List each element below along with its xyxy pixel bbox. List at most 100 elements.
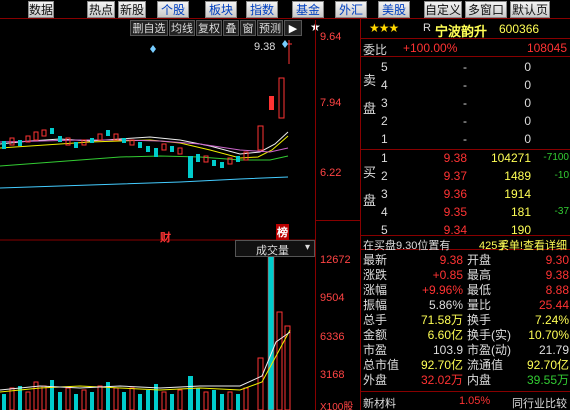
stat-value: 92.70亿 xyxy=(420,358,463,372)
stat-value: 92.70亿 xyxy=(526,358,569,372)
sell-row-3[interactable]: 3 - 0 xyxy=(361,95,570,112)
stat-row: 市盈 103.9 市盈(动) 21.79 xyxy=(361,343,570,357)
tab-custom[interactable]: 自定义 xyxy=(424,1,462,18)
stat-label: 总手 xyxy=(363,313,388,327)
alert-detail-link[interactable]: 买单!查看详细 xyxy=(498,237,567,253)
stat-label: 换手 xyxy=(467,313,492,327)
tab-new-stock[interactable]: 新股 xyxy=(118,1,146,18)
buy-row-1[interactable]: 1 9.38 104271 -7100 xyxy=(361,150,570,167)
stat-row: 金额 6.60亿 换手(实) 10.70% xyxy=(361,328,570,342)
tab-us-stock[interactable]: 美股 xyxy=(378,1,410,18)
stat-value: 9.38 xyxy=(439,253,463,267)
stat-value: 7.24% xyxy=(534,313,569,327)
axis-vol-4: 3168 xyxy=(320,369,345,381)
volume-title-bar[interactable]: 成交量 ▾ xyxy=(235,240,315,257)
rating-stars-icon: ★★★ xyxy=(369,21,399,35)
order-ratio-label: 委比 xyxy=(363,43,388,57)
tab-stock[interactable]: 个股 xyxy=(157,1,189,18)
stat-label: 流通值 xyxy=(467,358,504,372)
tab-hotspot[interactable]: 热点 xyxy=(87,1,115,18)
tab-sector[interactable]: 板块 xyxy=(205,1,237,18)
stat-row: 最新 9.38 开盘 9.30 xyxy=(361,253,570,267)
axis-price-low: 6.22 xyxy=(320,167,342,179)
stat-value: 9.38 xyxy=(545,268,569,282)
stat-value: +9.96% xyxy=(421,283,463,297)
order-ratio-pct: +100.00% xyxy=(403,41,458,55)
stat-row: 外盘 32.02万 内盘 39.55万 xyxy=(361,373,570,387)
industry-bar: 新材料 1.05% 同行业比较 xyxy=(361,391,570,410)
overlay-button[interactable]: 叠 xyxy=(223,20,239,36)
ranking-marker[interactable]: 榜 xyxy=(276,224,289,240)
stat-label: 涨幅 xyxy=(363,283,388,297)
stat-row: 总市值 92.70亿 流通值 92.70亿 xyxy=(361,358,570,372)
sell-row-1[interactable]: 1 - 0 xyxy=(361,131,570,148)
finance-marker[interactable]: 财 xyxy=(160,229,171,245)
forecast-button[interactable]: 预测 xyxy=(257,20,283,36)
moving-average-button[interactable]: 均线 xyxy=(169,20,195,36)
buy-row-4[interactable]: 4 9.35 181 -37 xyxy=(361,204,570,221)
stat-value: 71.58万 xyxy=(420,313,463,327)
remove-favorite-button[interactable]: 删自选 xyxy=(130,20,168,36)
stat-value: 6.60亿 xyxy=(427,328,463,342)
stat-label: 量比 xyxy=(467,298,492,312)
top-tab-bar: 数据 热点 新股 个股 板块 指数 基金 外汇 美股 自定义 多窗口 默认页 xyxy=(0,0,570,19)
stat-value: 25.44 xyxy=(538,298,569,312)
stock-header: ★★★ R 宁波韵升 600366 xyxy=(361,19,570,39)
axis-price-mid: 7.94 xyxy=(320,97,342,109)
axis-vol-unit: X100股 xyxy=(320,402,354,410)
stat-row: 涨跌 +0.85 最高 9.38 xyxy=(361,268,570,282)
ma-line-yellow xyxy=(0,135,289,159)
stat-label: 最低 xyxy=(467,283,492,297)
sell-row-2[interactable]: 2 - 0 xyxy=(361,113,570,130)
stat-value: 21.79 xyxy=(538,343,569,357)
r-flag: R xyxy=(423,22,431,34)
window-button[interactable]: 窗 xyxy=(240,20,256,36)
order-ratio-value: 108045 xyxy=(526,41,567,55)
industry-pct: 1.05% xyxy=(459,395,491,407)
order-ratio-row: 委比 +100.00% 108045 xyxy=(361,40,570,57)
candlestick-chart[interactable]: 9.38 xyxy=(0,36,315,410)
stat-value: 9.30 xyxy=(545,253,569,267)
tab-data[interactable]: 数据 xyxy=(28,1,54,18)
tab-multi-window[interactable]: 多窗口 xyxy=(465,1,507,18)
stat-value: 10.70% xyxy=(528,328,569,342)
tab-forex[interactable]: 外汇 xyxy=(335,1,367,18)
axis-separator xyxy=(315,220,360,221)
axis-vol-2: 9504 xyxy=(320,292,345,304)
tab-default-page[interactable]: 默认页 xyxy=(510,1,550,18)
max-price-label: 9.38 xyxy=(254,41,275,53)
stat-label: 总市值 xyxy=(363,358,400,372)
volume-ma-white xyxy=(0,331,291,391)
play-icon[interactable]: ▶ xyxy=(284,20,302,36)
stat-label: 振幅 xyxy=(363,298,388,312)
axis-vol-1: 12672 xyxy=(320,254,351,266)
price-adjust-button[interactable]: 复权 xyxy=(196,20,222,36)
stat-label: 开盘 xyxy=(467,253,492,267)
ma-line-blue xyxy=(0,176,289,189)
price-axis: 9.64 7.94 6.22 12672 9504 6336 3168 X100… xyxy=(315,20,360,410)
stock-code: 600366 xyxy=(499,22,540,36)
stat-row: 振幅 5.86% 量比 25.44 xyxy=(361,298,570,312)
stat-value: 8.88 xyxy=(545,283,569,297)
tab-index[interactable]: 指数 xyxy=(246,1,278,18)
stat-label: 外盘 xyxy=(363,373,388,387)
axis-vol-3: 6336 xyxy=(320,331,345,343)
quote-panel: ★★★ R 宁波韵升 600366 委比 +100.00% 108045 卖盘 … xyxy=(360,19,570,410)
industry-compare-link[interactable]: 同行业比较 xyxy=(512,395,567,410)
buy-row-2[interactable]: 2 9.37 1489 -10 xyxy=(361,168,570,185)
stat-value: 39.55万 xyxy=(526,373,569,387)
diamond-marker-icon xyxy=(282,40,288,48)
stat-value: 103.9 xyxy=(432,343,463,357)
order-alert-row[interactable]: 在买盘9.30位置有 425手 买单!查看详细 xyxy=(361,235,570,253)
stat-label: 内盘 xyxy=(467,373,492,387)
sell-row-4[interactable]: 4 - 0 xyxy=(361,77,570,94)
diamond-marker-icon xyxy=(150,45,156,53)
industry-label[interactable]: 新材料 xyxy=(363,395,396,410)
stock-name[interactable]: 宁波韵升 xyxy=(435,21,487,40)
buy-row-3[interactable]: 3 9.36 1914 xyxy=(361,186,570,203)
tab-fund[interactable]: 基金 xyxy=(292,1,324,18)
sell-row-5[interactable]: 5 - 0 xyxy=(361,59,570,76)
alert-left: 在买盘9.30位置有 xyxy=(363,240,451,252)
volume-title: 成交量 xyxy=(256,245,289,257)
stat-value: 5.86% xyxy=(428,298,463,312)
